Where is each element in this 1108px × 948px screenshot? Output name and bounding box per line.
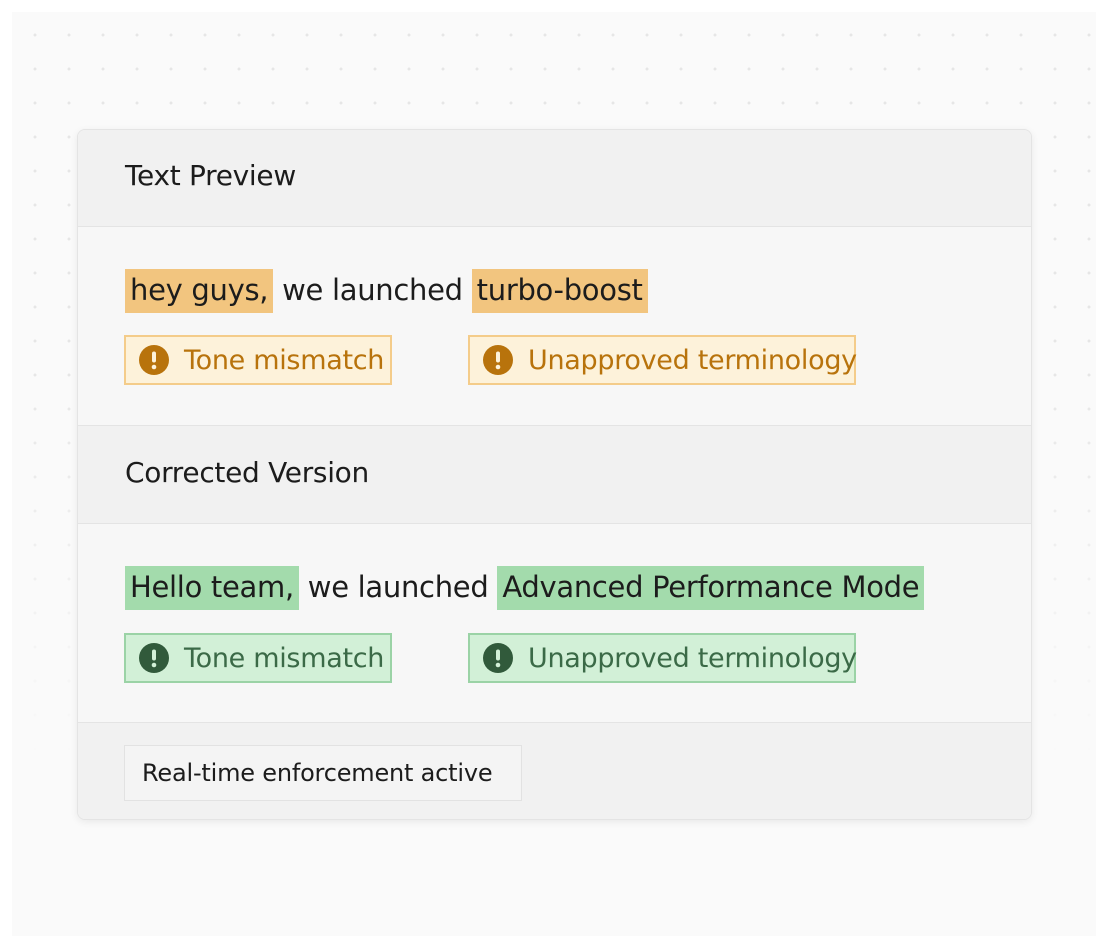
unapproved-terminology-resolved-label: Unapproved terminology <box>528 642 857 674</box>
exclamation-circle-icon <box>139 345 169 375</box>
exclamation-circle-icon <box>483 345 513 375</box>
exclamation-circle-icon <box>483 643 513 673</box>
corrected-version-title: Corrected Version <box>125 456 369 489</box>
preview-sentence: hey guys, we launched turbo-boost <box>125 269 648 313</box>
unapproved-terminology-warning-badge[interactable]: Unapproved terminology <box>468 335 857 385</box>
corrected-plain-text: we launched <box>298 570 498 604</box>
unapproved-terminology-warning-label: Unapproved terminology <box>528 344 857 376</box>
enforcement-status-chip: Real-time enforcement active <box>124 745 522 801</box>
text-preview-header: Text Preview <box>78 130 1031 227</box>
flagged-phrase-tone[interactable]: hey guys, <box>125 269 274 313</box>
corrected-version-body: Hello team, we launched Advanced Perform… <box>78 524 1031 723</box>
corrected-phrase-tone[interactable]: Hello team, <box>125 566 299 610</box>
exclamation-circle-icon <box>139 643 169 673</box>
tone-mismatch-resolved-label: Tone mismatch <box>184 642 385 674</box>
corrected-sentence: Hello team, we launched Advanced Perform… <box>125 566 925 610</box>
enforcement-status-label: Real-time enforcement active <box>142 759 493 787</box>
corrected-phrase-terminology[interactable]: Advanced Performance Mode <box>497 566 925 610</box>
tone-mismatch-warning-badge[interactable]: Tone mismatch <box>124 335 392 385</box>
text-preview-title: Text Preview <box>125 159 296 192</box>
card-footer: Real-time enforcement active <box>78 723 1031 819</box>
preview-plain-text: we launched <box>273 273 472 307</box>
text-preview-body: hey guys, we launched turbo-boost Tone m… <box>78 227 1031 426</box>
tone-mismatch-warning-label: Tone mismatch <box>184 344 385 376</box>
corrected-version-header: Corrected Version <box>78 426 1031 524</box>
brand-voice-card: Text Preview hey guys, we launched turbo… <box>77 129 1032 820</box>
flagged-phrase-terminology[interactable]: turbo-boost <box>471 269 648 313</box>
unapproved-terminology-resolved-badge[interactable]: Unapproved terminology <box>468 633 857 683</box>
tone-mismatch-resolved-badge[interactable]: Tone mismatch <box>124 633 392 683</box>
